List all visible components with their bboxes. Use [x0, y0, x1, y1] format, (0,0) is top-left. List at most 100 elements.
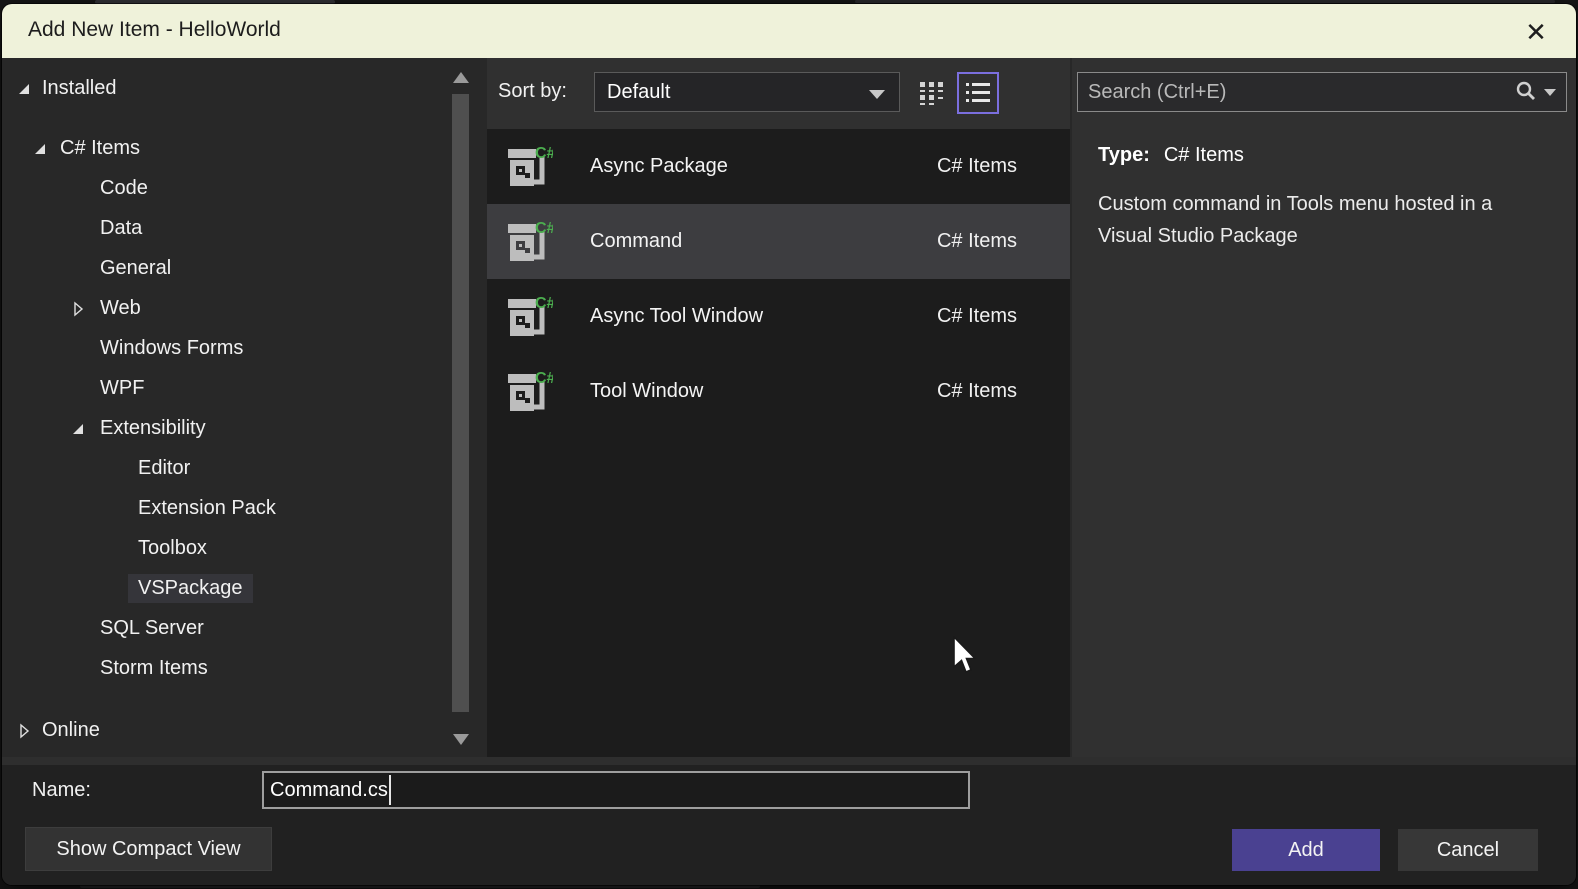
template-category-tree: Installed C# Items Code Data General [2, 58, 487, 757]
tree-indent-spacer [70, 260, 86, 276]
name-label: Name: [32, 779, 91, 802]
tree-item-label: Windows Forms [100, 337, 243, 360]
tree-item-label: C# Items [60, 137, 140, 160]
csharp-package-icon: C# [505, 218, 553, 266]
grid-view-icon [917, 78, 947, 108]
search-box[interactable] [1077, 72, 1567, 112]
dialog-titlebar[interactable]: Add New Item - HelloWorld ✕ [2, 4, 1576, 58]
sort-toolbar: Sort by: Default [487, 58, 1070, 129]
tree-indent-spacer [108, 500, 124, 516]
list-view-button[interactable] [957, 72, 999, 114]
search-icon[interactable] [1514, 80, 1538, 104]
tree-item-wpf[interactable]: WPF [2, 368, 487, 408]
tree-item-label: Code [100, 177, 148, 200]
template-row-command-selected[interactable]: C# Command C# Items [487, 204, 1070, 279]
tree-indent-spacer [70, 380, 86, 396]
template-name: Async Tool Window [590, 305, 763, 328]
template-description: Custom command in Tools menu hosted in a… [1098, 188, 1543, 252]
name-input-value: Command.cs [270, 779, 388, 802]
expanded-triangle-icon[interactable] [16, 80, 32, 96]
name-input[interactable]: Command.cs [262, 771, 970, 809]
type-label: Type: [1098, 144, 1150, 166]
tree-item-label: SQL Server [100, 617, 204, 640]
svg-text:C#: C# [535, 220, 553, 237]
footer-separator [2, 757, 1576, 765]
tree-indent-spacer [70, 220, 86, 236]
tree-item-installed[interactable]: Installed [2, 68, 487, 108]
type-value: C# Items [1164, 144, 1244, 166]
tree-item-label: Storm Items [100, 657, 208, 680]
scrollbar-thumb[interactable] [452, 94, 469, 712]
tree-item-label: Editor [138, 457, 190, 480]
tree-indent-spacer [70, 660, 86, 676]
tree-scrollbar[interactable] [450, 70, 472, 747]
expanded-triangle-icon[interactable] [70, 420, 86, 436]
tree-indent-spacer [70, 180, 86, 196]
template-row-tool-window[interactable]: C# Tool Window C# Items [487, 354, 1070, 429]
tree-item-editor[interactable]: Editor [2, 448, 487, 488]
search-input[interactable] [1078, 81, 1514, 104]
tree-item-label: Web [100, 297, 141, 320]
csharp-package-icon: C# [505, 143, 553, 191]
template-group: C# Items [937, 305, 1017, 328]
tree-item-general[interactable]: General [2, 248, 487, 288]
tree-item-label: Toolbox [138, 537, 207, 560]
sort-by-label: Sort by: [498, 80, 567, 103]
scroll-down-icon[interactable] [453, 734, 469, 745]
tree-indent-spacer [70, 340, 86, 356]
svg-text:C#: C# [535, 145, 553, 162]
tree-item-label: Online [42, 719, 100, 742]
chevron-down-icon[interactable] [1544, 89, 1556, 96]
scroll-up-icon[interactable] [453, 72, 469, 83]
tree-item-csharp-items[interactable]: C# Items [2, 128, 487, 168]
tree-item-label: WPF [100, 377, 144, 400]
template-name: Tool Window [590, 380, 703, 403]
background-window-edge [855, 0, 1555, 3]
show-compact-view-button[interactable]: Show Compact View [25, 827, 272, 871]
expanded-triangle-icon[interactable] [32, 140, 48, 156]
type-row: Type: C# Items [1098, 144, 1244, 167]
template-group: C# Items [937, 230, 1017, 253]
list-view-icon [963, 78, 993, 108]
csharp-package-icon: C# [505, 368, 553, 416]
text-cursor [389, 775, 391, 805]
cancel-button[interactable]: Cancel [1398, 829, 1538, 871]
tree-item-extension-pack[interactable]: Extension Pack [2, 488, 487, 528]
tree-item-extensibility[interactable]: Extensibility [2, 408, 487, 448]
add-new-item-dialog: Add New Item - HelloWorld ✕ Installed C#… [2, 4, 1576, 885]
template-row-async-tool-window[interactable]: C# Async Tool Window C# Items [487, 279, 1070, 354]
sort-dropdown-value: Default [607, 81, 670, 104]
add-button[interactable]: Add [1232, 829, 1380, 871]
screen: Add New Item - HelloWorld ✕ Installed C#… [0, 0, 1578, 889]
template-list: C# Async Package C# Items [487, 129, 1070, 757]
tree-item-online[interactable]: Online [2, 710, 487, 750]
sort-dropdown[interactable]: Default [594, 72, 900, 112]
close-icon[interactable]: ✕ [1518, 14, 1554, 50]
tree-item-vspackage[interactable]: VSPackage [2, 568, 487, 608]
csharp-package-icon: C# [505, 293, 553, 341]
svg-text:C#: C# [535, 370, 553, 387]
collapsed-triangle-icon[interactable] [16, 722, 32, 738]
tree-item-toolbox[interactable]: Toolbox [2, 528, 487, 568]
tree-item-label-selected: VSPackage [128, 574, 253, 603]
template-details-panel: Type: C# Items Custom command in Tools me… [1072, 58, 1576, 757]
mouse-cursor-icon [952, 636, 980, 678]
tree-item-web[interactable]: Web [2, 288, 487, 328]
tree-item-storm-items[interactable]: Storm Items [2, 648, 487, 688]
tree-item-label: General [100, 257, 171, 280]
template-row-async-package[interactable]: C# Async Package C# Items [487, 129, 1070, 204]
medium-icons-view-button[interactable] [911, 72, 953, 114]
search-icon-group [1514, 80, 1566, 104]
collapsed-triangle-icon[interactable] [70, 300, 86, 316]
dialog-main: Installed C# Items Code Data General [2, 58, 1576, 757]
dialog-footer: Name: Command.cs Show Compact View Add C… [2, 765, 1576, 885]
tree-item-code[interactable]: Code [2, 168, 487, 208]
tree-item-data[interactable]: Data [2, 208, 487, 248]
tree-item-label: Extension Pack [138, 497, 276, 520]
tree-item-label: Installed [42, 77, 117, 100]
tree-item-label: Data [100, 217, 142, 240]
tree-indent-spacer [108, 460, 124, 476]
tree-indent-spacer [70, 620, 86, 636]
tree-item-sql-server[interactable]: SQL Server [2, 608, 487, 648]
tree-item-windows-forms[interactable]: Windows Forms [2, 328, 487, 368]
